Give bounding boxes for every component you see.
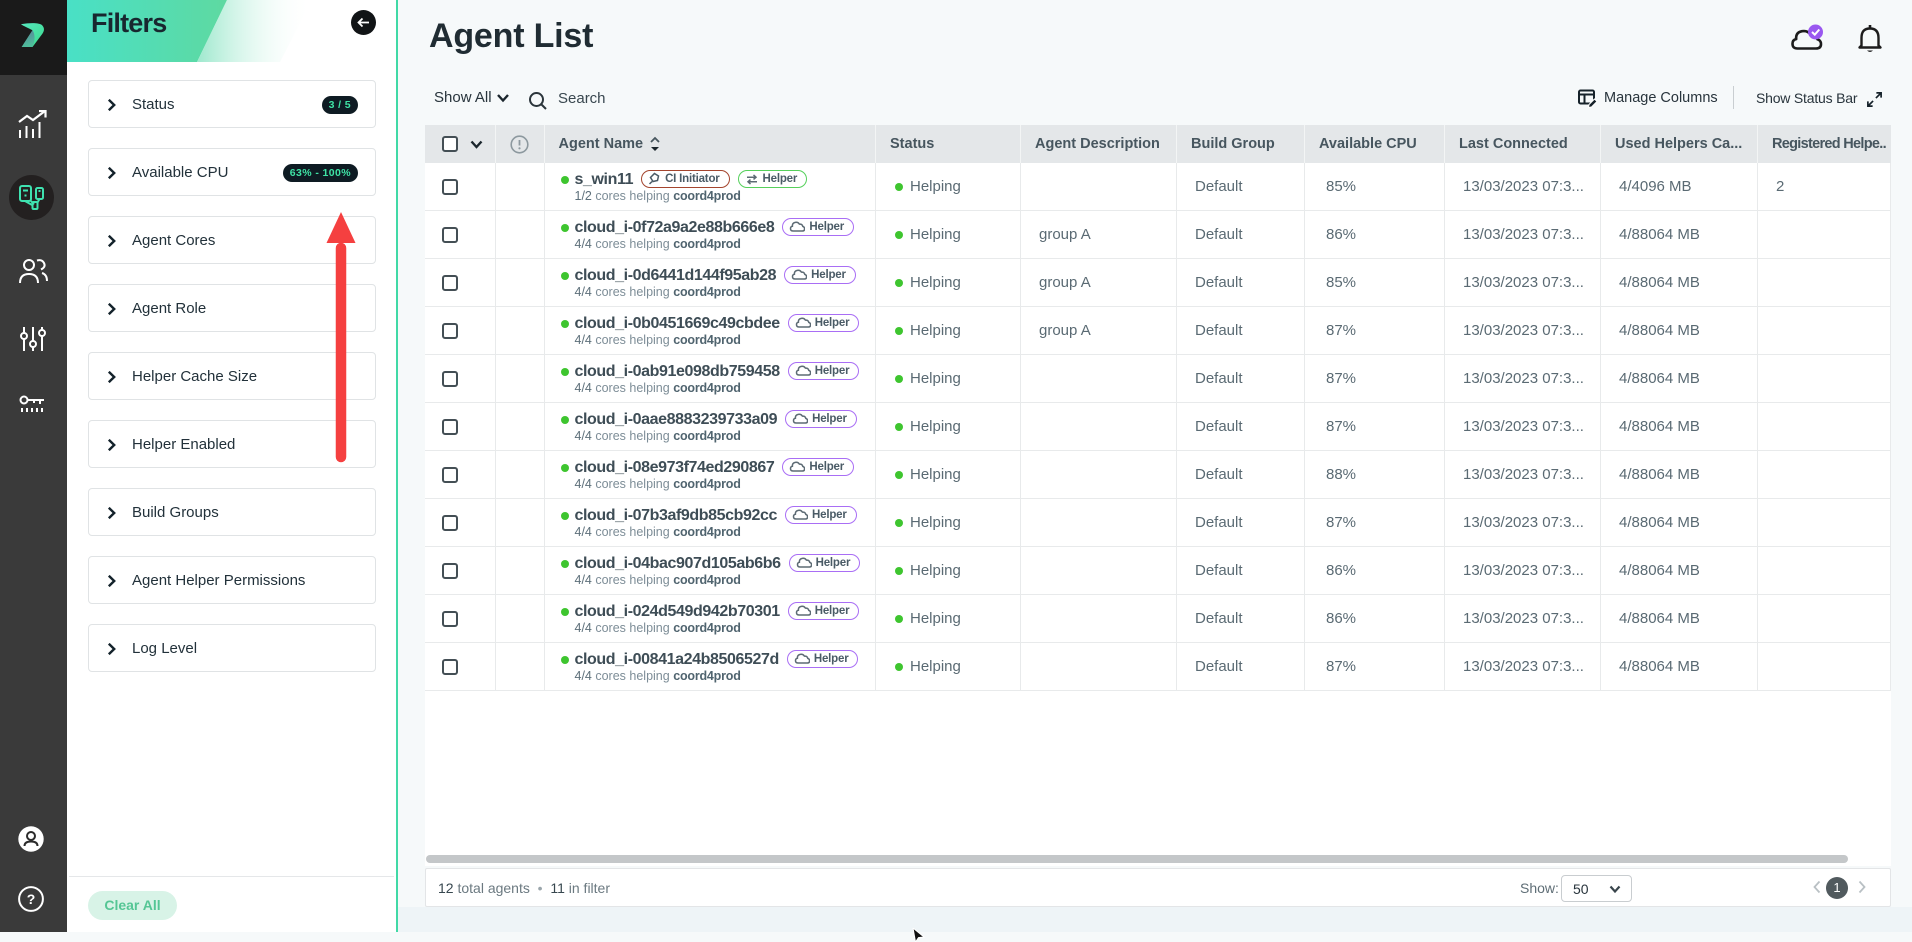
svg-text:?: ? — [27, 891, 36, 907]
